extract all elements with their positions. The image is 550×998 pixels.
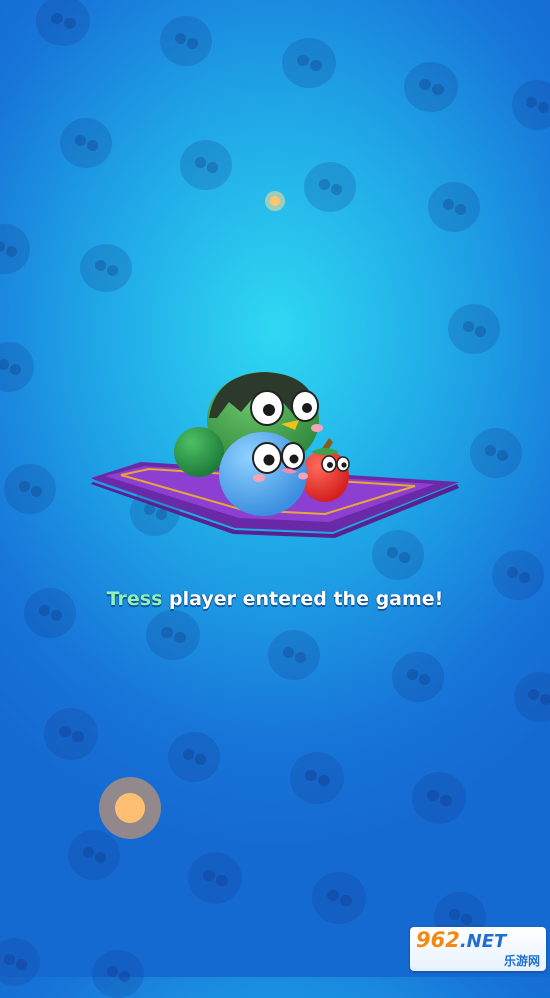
blob-pattern-icon (0, 342, 34, 392)
blob-pattern-icon (0, 224, 30, 274)
blob-pattern-icon (404, 62, 458, 112)
blob-pattern-icon (4, 464, 56, 514)
blob-pattern-icon (392, 652, 444, 702)
blob-pattern-icon (412, 772, 466, 824)
joystick-icon[interactable] (99, 777, 161, 839)
blob-pattern-icon (92, 950, 144, 998)
site-watermark: 962.NET 乐游网 (410, 927, 546, 971)
message-text: player entered the game! (162, 588, 444, 610)
joystick-knob[interactable] (115, 793, 145, 823)
player-name: Tress (106, 588, 163, 610)
blob-pattern-icon (160, 16, 212, 66)
small-green-character (174, 427, 224, 477)
blob-pattern-icon (188, 852, 242, 904)
blob-pattern-icon (428, 182, 480, 232)
blob-pattern-icon (512, 80, 550, 130)
blob-pattern-icon (68, 830, 120, 880)
watermark-cn: 乐游网 (503, 954, 540, 968)
blob-pattern-icon (168, 732, 220, 782)
watermark-logo: 962.NET (416, 928, 506, 952)
blob-pattern-icon (282, 38, 336, 88)
blob-pattern-icon (60, 118, 112, 168)
blob-pattern-icon (304, 162, 356, 212)
player-joined-message: Tress player entered the game! (0, 588, 550, 610)
blob-pattern-icon (470, 428, 522, 478)
blob-pattern-icon (36, 0, 90, 46)
blob-pattern-icon (0, 938, 40, 986)
watermark-number: 962 (416, 928, 460, 952)
blob-pattern-icon (44, 708, 98, 760)
blob-pattern-icon (180, 140, 232, 190)
orb-icon (265, 191, 285, 211)
blob-pattern-icon (448, 304, 500, 354)
blob-pattern-icon (146, 610, 200, 660)
blob-pattern-icon (80, 244, 132, 292)
blob-pattern-icon (268, 630, 320, 680)
character-scene (91, 372, 459, 538)
blob-pattern-icon (290, 752, 344, 804)
blob-pattern-icon (312, 872, 366, 924)
watermark-suffix: .NET (459, 931, 507, 952)
blob-pattern-icon (514, 672, 550, 722)
